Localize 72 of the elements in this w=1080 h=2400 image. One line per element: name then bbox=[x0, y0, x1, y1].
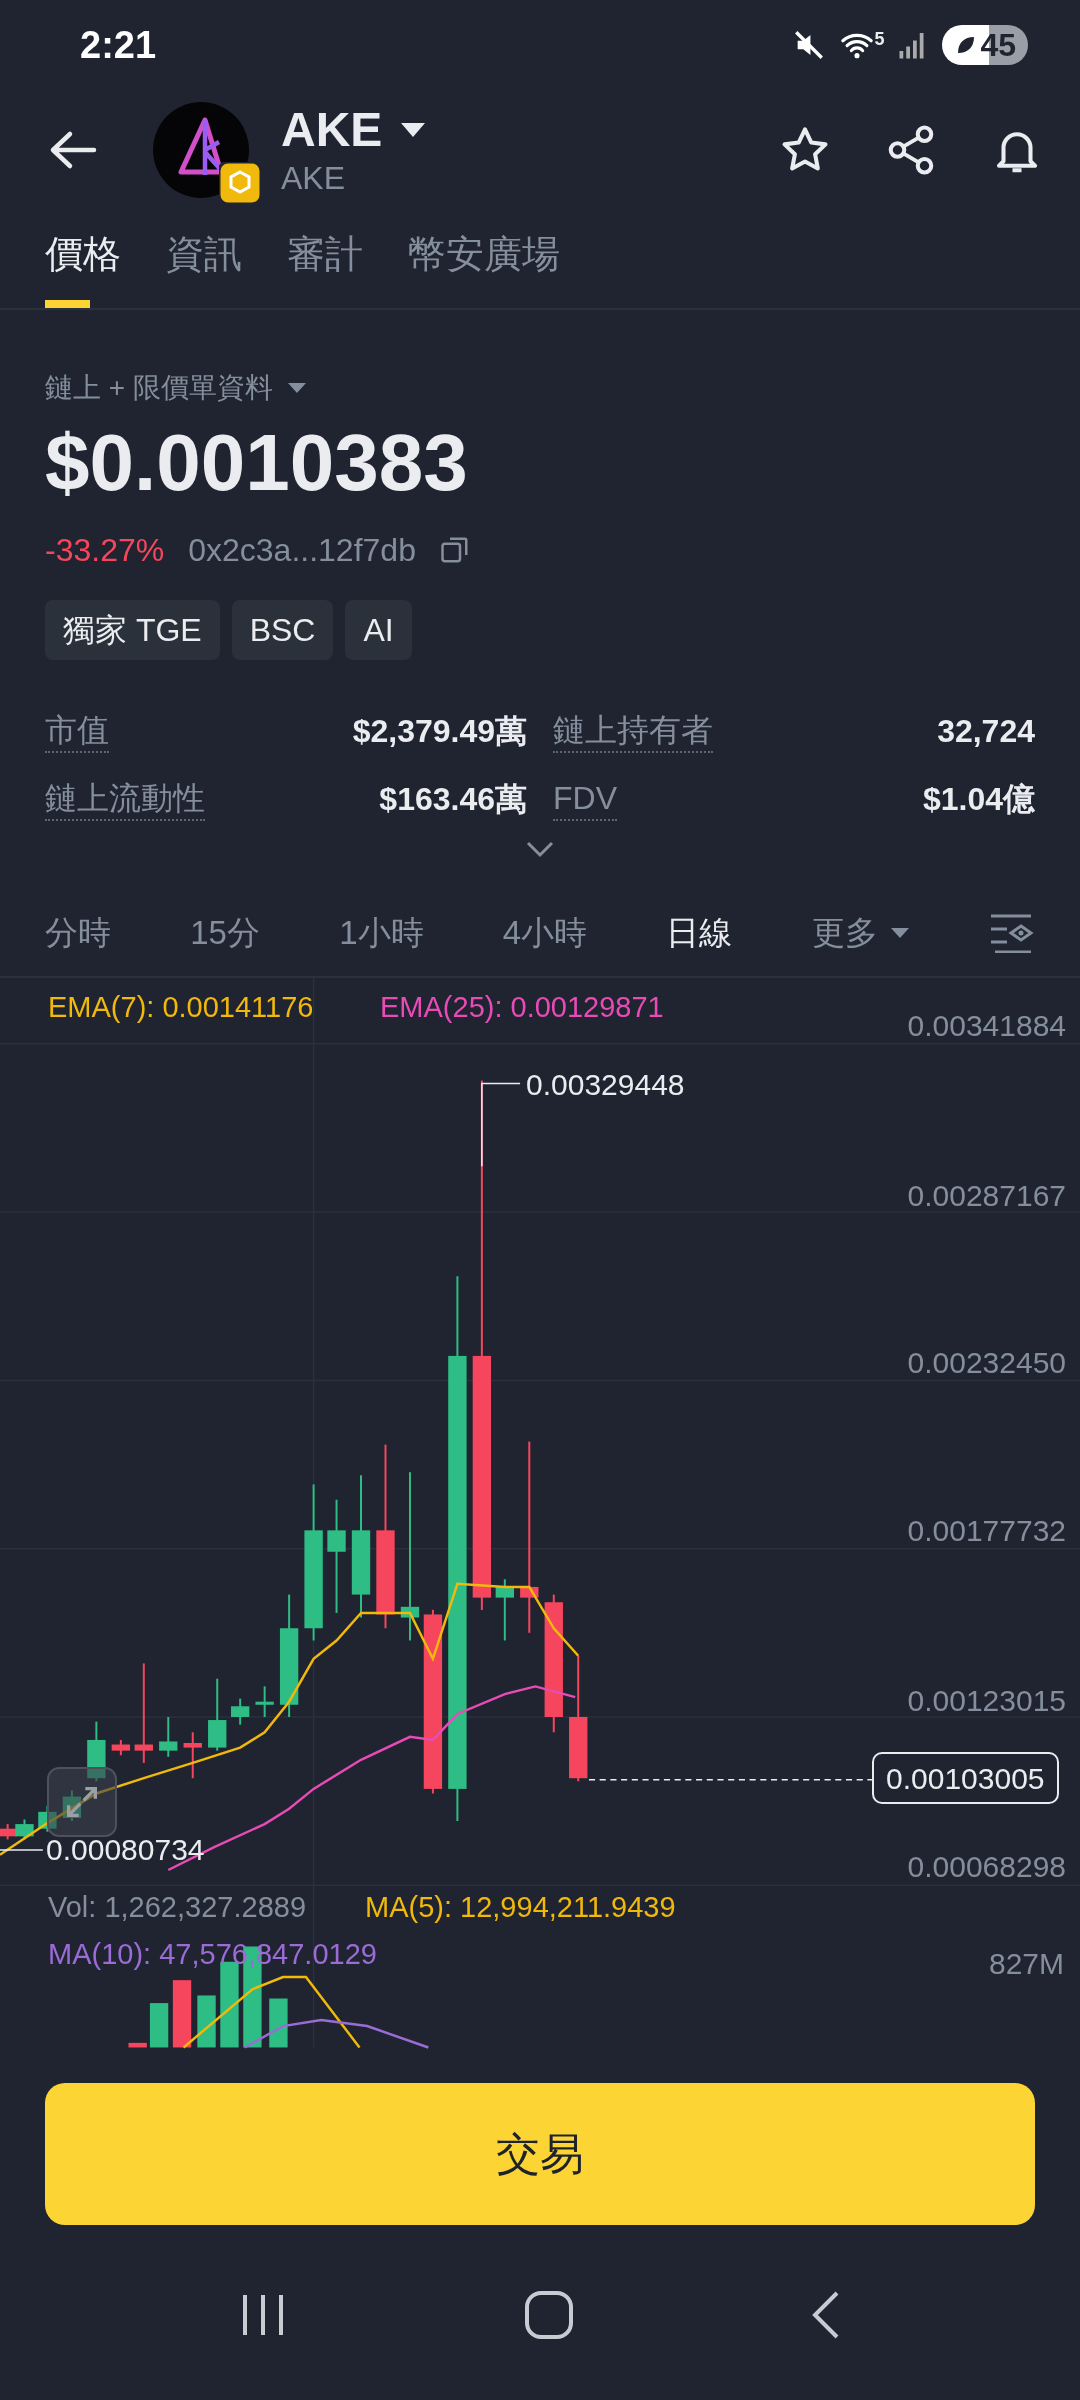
candle bbox=[62, 1789, 82, 1823]
interval-tab[interactable]: 分時 bbox=[45, 908, 111, 958]
copy-icon[interactable] bbox=[439, 535, 470, 565]
candle bbox=[159, 1716, 178, 1758]
price-change: -33.27% bbox=[45, 531, 165, 570]
volume-axis-label: 827M bbox=[988, 1945, 1064, 1982]
home-icon[interactable] bbox=[524, 2290, 574, 2340]
price-axis-label: 0.00232450 bbox=[907, 1344, 1066, 1381]
price-axis-label: 0.00177732 bbox=[907, 1512, 1066, 1549]
more-menu-button[interactable]: 更多 bbox=[811, 908, 910, 958]
stat-label[interactable]: 鏈上持有者 bbox=[553, 709, 713, 753]
expand-chevron-icon[interactable] bbox=[525, 840, 555, 858]
chain-badge-icon bbox=[219, 162, 261, 204]
volume-bar bbox=[149, 2003, 169, 2048]
candle bbox=[111, 1738, 131, 1757]
caret-icon bbox=[286, 382, 307, 394]
tab[interactable]: 資訊 bbox=[166, 208, 242, 308]
candle bbox=[0, 1823, 17, 1841]
volume-bar bbox=[128, 2042, 147, 2048]
candle bbox=[495, 1578, 514, 1642]
chart-settings-icon[interactable] bbox=[988, 913, 1035, 953]
stat-value: $1.04億 bbox=[922, 780, 1035, 819]
price-axis-label: 0.00123015 bbox=[907, 1682, 1066, 1719]
candle bbox=[38, 1804, 57, 1833]
candle bbox=[15, 1818, 34, 1841]
ema-7-label: EMA(7): 0.00141176 bbox=[48, 990, 314, 1026]
high-price-label: 0.00329448 bbox=[526, 1066, 685, 1103]
stat-label[interactable]: 鏈上流動性 bbox=[45, 777, 205, 821]
fullscreen-button[interactable] bbox=[47, 1767, 117, 1837]
price-axis-label: 0.00068298 bbox=[907, 1848, 1066, 1885]
ma-5-label: MA(5): 12,994,211.9439 bbox=[365, 1890, 676, 1926]
leader-line bbox=[0, 1849, 44, 1851]
volume-bar bbox=[172, 1980, 192, 2048]
back-icon[interactable] bbox=[48, 130, 98, 170]
wifi-label: 5 bbox=[874, 30, 885, 48]
candle bbox=[87, 1720, 106, 1783]
tab[interactable]: 幣安廣場 bbox=[408, 208, 560, 308]
tag: BSC bbox=[231, 600, 334, 660]
stat-value: $163.46萬 bbox=[379, 780, 527, 819]
volume-bar bbox=[197, 1995, 216, 2048]
data-source-selector[interactable]: 鏈上 + 限價單資料 bbox=[45, 370, 1035, 406]
contract-address: 0x2c3a...12f7db bbox=[188, 531, 416, 570]
tag: 獨家 TGE bbox=[45, 600, 220, 660]
low-price-label: 0.00080734 bbox=[46, 1831, 205, 1868]
tab-indicator bbox=[45, 300, 90, 308]
interval-tab[interactable]: 15分 bbox=[190, 908, 260, 958]
interval-tab[interactable]: 日線 bbox=[666, 908, 733, 958]
stat-label[interactable]: FDV bbox=[553, 777, 617, 821]
token-symbol[interactable]: AKE bbox=[281, 102, 383, 158]
tab[interactable]: 價格 bbox=[45, 208, 121, 308]
caret-icon[interactable] bbox=[400, 122, 427, 138]
stat-value: 32,724 bbox=[937, 712, 1035, 751]
last-price-label: 0.00103005 bbox=[872, 1752, 1059, 1804]
token-name: AKE bbox=[281, 159, 347, 198]
volume-bar bbox=[269, 1998, 288, 2048]
tag: AI bbox=[345, 600, 412, 660]
volume-label: Vol: 1,262,327.2889 bbox=[48, 1890, 306, 1926]
candle bbox=[231, 1697, 250, 1726]
status-time: 2:21 bbox=[80, 22, 157, 68]
tab[interactable]: 審計 bbox=[287, 208, 363, 308]
stat-value: $2,379.49萬 bbox=[352, 712, 527, 751]
candle bbox=[255, 1685, 274, 1718]
interval-tab[interactable]: 1小時 bbox=[339, 908, 424, 958]
interval-tab[interactable]: 4小時 bbox=[502, 908, 588, 958]
candle bbox=[183, 1731, 202, 1780]
caret-icon bbox=[889, 927, 910, 939]
stat-label[interactable]: 市值 bbox=[45, 709, 109, 753]
current-price: $0.0010383 bbox=[45, 418, 469, 508]
ema-25-label: EMA(25): 0.00129871 bbox=[380, 990, 664, 1026]
price-axis-label: 0.00341884 bbox=[907, 1007, 1066, 1044]
trade-button[interactable]: 交易 bbox=[45, 2083, 1035, 2225]
price-axis-label: 0.00287167 bbox=[907, 1177, 1066, 1214]
